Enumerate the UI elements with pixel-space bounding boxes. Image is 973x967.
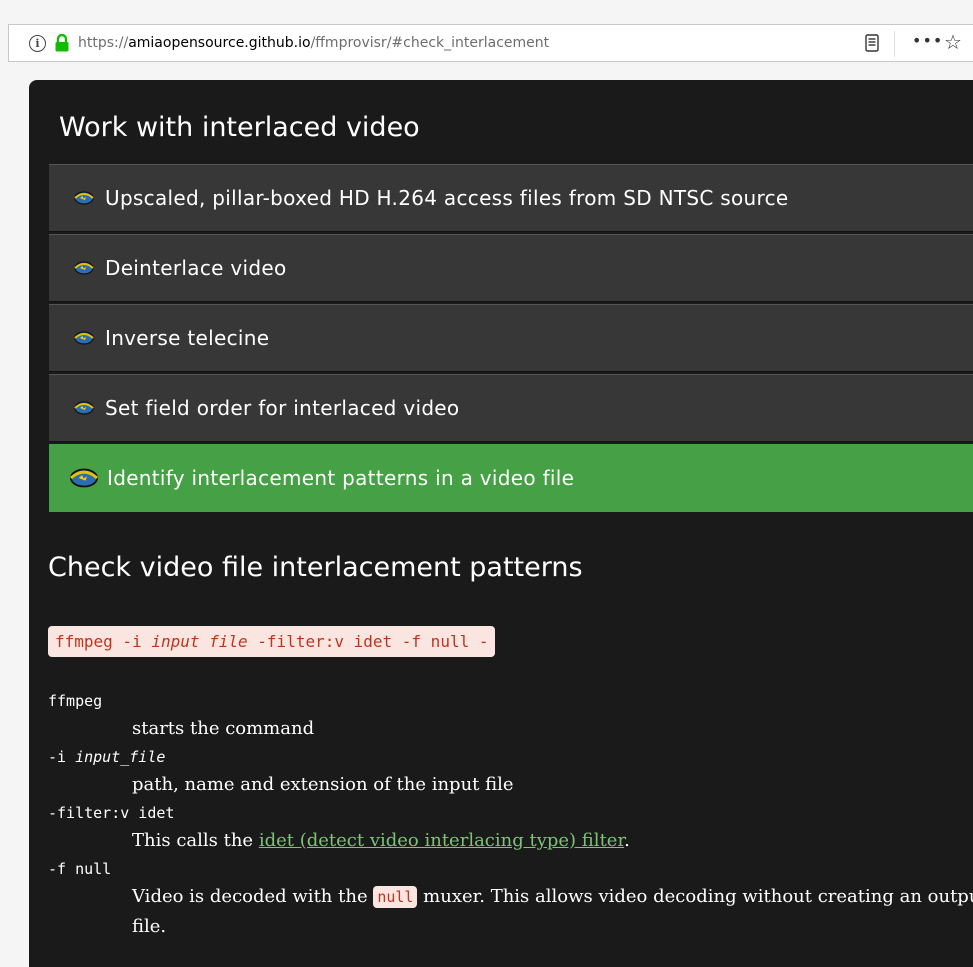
desc-f-null-line2: file. <box>132 916 167 937</box>
url-host: amiaopensource.github.io <box>128 35 311 51</box>
address-bar[interactable]: i https://amiaopensource.github.io/ffmpr… <box>8 24 973 62</box>
term-input-var: input_file <box>75 748 166 766</box>
page-content: Work with interlaced video Upscaled, pil… <box>29 80 973 967</box>
recipe-icon <box>74 331 94 345</box>
url-scheme: https:// <box>78 35 129 51</box>
command-suffix: -filter:v idet -f null - <box>247 632 489 651</box>
lock-icon <box>55 34 69 52</box>
term-input-file: -i input_file <box>48 744 973 770</box>
desc-input-file: path, name and extension of the input fi… <box>132 774 514 795</box>
recipe-label: Set field order for interlaced video <box>105 396 460 420</box>
recipe-item-upscaled-pillarbox[interactable]: Upscaled, pillar-boxed HD H.264 access f… <box>49 164 973 232</box>
desc-filter-suffix: . <box>624 830 630 851</box>
desc-filter-idet: This calls the idet (detect video interl… <box>48 826 973 856</box>
recipe-item-deinterlace[interactable]: Deinterlace video <box>49 234 973 302</box>
desc-filter-prefix: This calls the <box>132 830 259 851</box>
recipe-icon <box>74 401 94 415</box>
desc-null-suffix: muxer. This allows video decoding withou… <box>417 886 973 907</box>
url-path: /ffmprovisr/#check_interlacement <box>310 35 550 51</box>
recipe-label: Inverse telecine <box>105 326 270 350</box>
null-code: null <box>373 886 418 908</box>
section-title: Work with interlaced video <box>59 112 420 143</box>
desc-null-prefix: Video is decoded with the <box>132 886 374 907</box>
idet-filter-link[interactable]: idet (detect video interlacing type) fil… <box>259 830 624 851</box>
desc-ffmpeg: starts the command <box>132 718 315 739</box>
recipe-icon <box>74 261 94 275</box>
term-input-flag: -i <box>48 748 76 766</box>
term-ffmpeg: ffmpeg <box>48 692 103 710</box>
desc-f-null: Video is decoded with the null muxer. Th… <box>48 882 973 912</box>
toolbar-divider <box>894 31 895 57</box>
bookmark-star-icon[interactable]: ☆ <box>944 30 962 54</box>
recipe-list: Upscaled, pillar-boxed HD H.264 access f… <box>49 164 973 514</box>
url-text[interactable]: https://amiaopensource.github.io/ffmprov… <box>78 35 549 51</box>
recipe-title: Check video file interlacement patterns <box>48 552 583 583</box>
reader-view-icon[interactable] <box>865 34 879 52</box>
command-prefix: ffmpeg -i <box>55 632 152 651</box>
command-input-placeholder: input file <box>151 632 248 651</box>
recipe-item-set-field-order[interactable]: Set field order for interlaced video <box>49 374 973 442</box>
term-f-null: -f null <box>48 860 112 878</box>
recipe-icon <box>69 468 99 488</box>
recipe-label: Identify interlacement patterns in a vid… <box>107 466 575 490</box>
more-actions-icon[interactable]: ••• <box>912 31 943 50</box>
recipe-label: Upscaled, pillar-boxed HD H.264 access f… <box>105 186 789 210</box>
term-filter-idet: -filter:v idet <box>48 804 175 822</box>
info-icon[interactable]: i <box>29 34 46 52</box>
recipe-item-identify-interlacement[interactable]: Identify interlacement patterns in a vid… <box>49 444 973 512</box>
recipe-icon <box>74 191 94 205</box>
recipe-item-inverse-telecine[interactable]: Inverse telecine <box>49 304 973 372</box>
command-code: ffmpeg -i input file -filter:v idet -f n… <box>48 626 496 657</box>
definition-list: ffmpeg starts the command -i input_file … <box>48 688 973 942</box>
recipe-label: Deinterlace video <box>105 256 287 280</box>
